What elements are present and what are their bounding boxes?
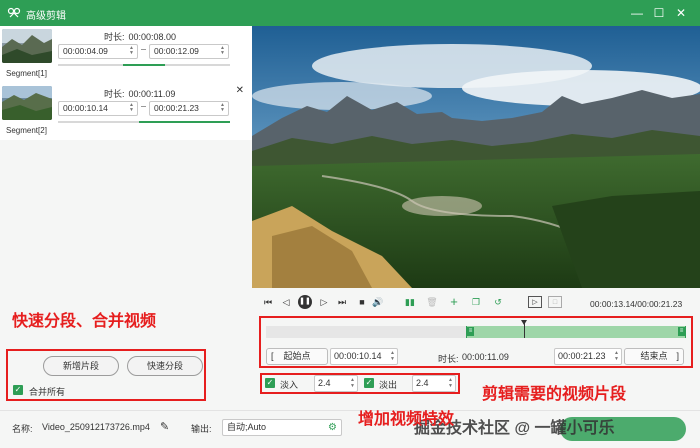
output-filename: Video_250912173726.mp4 bbox=[42, 422, 150, 432]
merge-all-label: 合并所有 bbox=[29, 387, 66, 397]
stepper-icon: ▲ ▼ bbox=[220, 102, 225, 113]
add-segment-button[interactable]: 新增片段 bbox=[43, 356, 119, 376]
segment-1-end-field[interactable]: 00:00:12.09 ▲ ▼ bbox=[149, 44, 229, 59]
skip-start-icon[interactable]: ⏮ bbox=[262, 296, 274, 308]
range-separator bbox=[141, 49, 146, 50]
reset-icon[interactable]: ↺ bbox=[492, 296, 504, 308]
close-window-button[interactable]: ✕ bbox=[672, 4, 690, 22]
output-format-field[interactable]: 自动;Auto ⚙ bbox=[222, 419, 342, 436]
segment-1-start-field[interactable]: 00:00:04.09 ▲ ▼ bbox=[58, 44, 138, 59]
gear-icon: ⚙ bbox=[328, 422, 337, 433]
segment-duration: 时长: 00:00:08.00 bbox=[104, 32, 177, 42]
edit-name-icon[interactable]: ✎ bbox=[160, 420, 169, 433]
segment-2-start-field[interactable]: 00:00:10.14 ▲ ▼ bbox=[58, 101, 138, 116]
range-duration-value: 00:00:11.09 bbox=[462, 352, 509, 362]
volume-icon[interactable]: 🔊 bbox=[372, 296, 384, 308]
remove-segment-icon[interactable]: ✕ bbox=[236, 85, 244, 96]
delete-icon[interactable]: 🗑 bbox=[426, 296, 438, 308]
fade-out-field[interactable]: 2.4 ▲ ▼ bbox=[412, 375, 456, 392]
maximize-button[interactable]: ☐ bbox=[650, 4, 668, 22]
window-title: 高级剪辑 bbox=[26, 11, 66, 22]
segment-1-range-fill bbox=[123, 64, 165, 66]
video-preview[interactable] bbox=[252, 26, 700, 288]
stepper-icon: ▲ ▼ bbox=[129, 102, 134, 113]
output-bar: 名称: Video_250912173726.mp4 ✎ 输出: 自动;Auto… bbox=[0, 410, 700, 448]
timeline-selection[interactable]: ≡ ≡ bbox=[466, 326, 686, 338]
fade-out-label: 淡出 bbox=[379, 380, 398, 390]
output-label: 输出: bbox=[191, 424, 212, 434]
split-segment-icon[interactable]: ▮▮ bbox=[404, 296, 416, 308]
selection-right-handle-icon[interactable]: ≡ bbox=[678, 327, 685, 336]
annotation-split-merge: 快速分段、合并视频 bbox=[12, 313, 157, 330]
segment-item-1[interactable]: Segment[1] 时长: 00:00:08.00 00:00:04.09 ▲ ▼… bbox=[0, 26, 252, 83]
playback-time: 00:00:13.14/00:00:21.23 bbox=[590, 299, 683, 309]
editor-controls: ⏮ ◁ ❚❚ ▷ ⏭ ■ 🔊 ▮▮ 🗑 + ❐ ↺ ▷ □ 00:00:13.1… bbox=[252, 288, 700, 410]
segment-label: Segment[1] bbox=[6, 69, 47, 78]
advanced-editor-window: 高级剪辑 — ☐ ✕ Segment[1] 时长: 00:00:08.00 00:… bbox=[0, 0, 700, 448]
segment-1-thumbnail bbox=[2, 29, 52, 63]
mark-out-icon[interactable]: □ bbox=[548, 296, 562, 308]
quick-split-button[interactable]: 快速分段 bbox=[127, 356, 203, 376]
range-separator bbox=[141, 106, 146, 107]
segment-panel: Segment[1] 时长: 00:00:08.00 00:00:04.09 ▲ ▼… bbox=[0, 26, 252, 410]
stop-icon[interactable]: ■ bbox=[356, 296, 368, 308]
app-logo-icon bbox=[7, 7, 21, 18]
range-end-field[interactable]: 00:00:21.23 ▲ ▼ bbox=[554, 348, 622, 365]
range-start-field[interactable]: 00:00:10.14 ▲ ▼ bbox=[330, 348, 398, 365]
copy-icon[interactable]: ❐ bbox=[470, 296, 482, 308]
mark-in-icon[interactable]: ▷ bbox=[528, 296, 542, 308]
video-frame bbox=[252, 26, 700, 288]
stepper-icon: ▲ ▼ bbox=[129, 45, 134, 56]
set-start-button[interactable]: [起始点 bbox=[266, 348, 328, 365]
merge-all-checkbox[interactable]: ✓ bbox=[13, 385, 23, 395]
segment-2-end-field[interactable]: 00:00:21.23 ▲ ▼ bbox=[149, 101, 229, 116]
add-icon[interactable]: + bbox=[448, 295, 460, 308]
annotation-clip-needed: 剪辑需要的视频片段 bbox=[482, 386, 627, 403]
annotation-add-effects: 增加视频特效 bbox=[358, 411, 455, 428]
selection-left-handle-icon[interactable]: ≡ bbox=[467, 327, 474, 336]
playhead[interactable] bbox=[521, 320, 528, 338]
fade-out-checkbox[interactable]: ✓ bbox=[364, 378, 374, 388]
skip-end-icon[interactable]: ⏭ bbox=[336, 296, 348, 308]
name-label: 名称: bbox=[12, 424, 33, 434]
fade-in-label: 淡入 bbox=[280, 380, 299, 390]
range-duration-label: 时长: bbox=[438, 354, 459, 364]
minimize-button[interactable]: — bbox=[628, 4, 646, 22]
stepper-icon: ▲ ▼ bbox=[220, 45, 225, 56]
segment-2-range-bar bbox=[58, 121, 230, 123]
fade-in-checkbox[interactable]: ✓ bbox=[265, 378, 275, 388]
fade-in-field[interactable]: 2.4 ▲ ▼ bbox=[314, 375, 358, 392]
segment-item-2[interactable]: Segment[2] 时长: 00:00:11.09 ✕ 00:00:10.14 … bbox=[0, 83, 252, 140]
segment-1-range-bar bbox=[58, 64, 230, 66]
step-back-icon[interactable]: ◁ bbox=[280, 296, 292, 308]
set-end-button[interactable]: 结束点] bbox=[624, 348, 684, 365]
segment-2-range-fill bbox=[138, 121, 230, 123]
step-forward-icon[interactable]: ▷ bbox=[318, 296, 330, 308]
timeline-track[interactable]: ≡ ≡ bbox=[266, 320, 686, 338]
segment-label: Segment[2] bbox=[6, 126, 47, 135]
segment-duration: 时长: 00:00:11.09 bbox=[104, 89, 176, 99]
segment-2-thumbnail bbox=[2, 86, 52, 120]
title-bar: 高级剪辑 — ☐ ✕ bbox=[0, 0, 700, 26]
pause-button[interactable]: ❚❚ bbox=[298, 295, 312, 309]
